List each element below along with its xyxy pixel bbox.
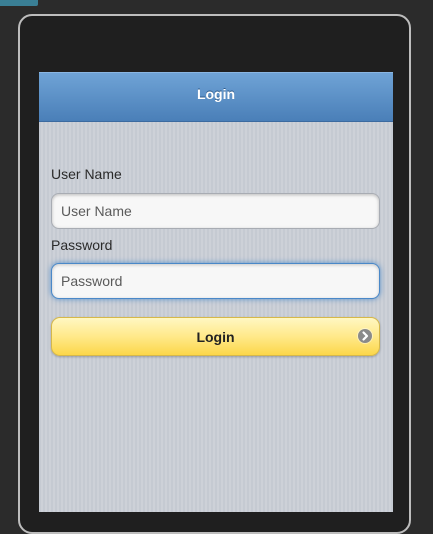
page-title: Login [196,86,236,102]
password-input[interactable] [51,263,380,299]
password-label: Password [51,237,113,253]
header-bar: Login [39,72,393,122]
corner-tab-decoration [0,0,38,6]
username-label: User Name [51,166,122,182]
login-button[interactable]: Login [51,317,380,356]
login-button-label: Login [196,329,235,345]
username-input[interactable] [51,193,380,229]
chevron-right-circle-icon [358,329,372,343]
app-screen: Login User Name Password Login [39,72,393,512]
